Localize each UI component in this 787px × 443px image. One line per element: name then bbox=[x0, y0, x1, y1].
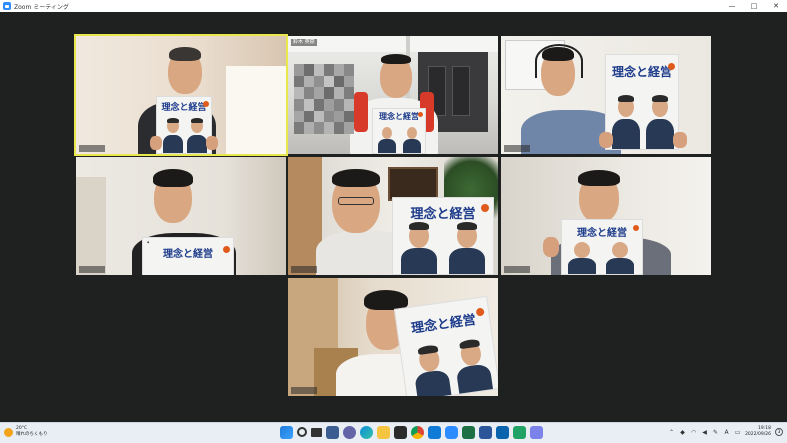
windows-start-icon[interactable] bbox=[280, 426, 293, 439]
weather-widget[interactable]: 20°C 晴れのちくもり bbox=[4, 426, 48, 438]
magazine-cover: ◆ 理念と経営 bbox=[142, 237, 234, 275]
title-bar: Zoom ミーティング — □ ✕ bbox=[0, 0, 787, 12]
chrome-icon[interactable] bbox=[411, 426, 424, 439]
battery-icon[interactable]: ▭ bbox=[734, 429, 741, 436]
zoom-app-icon bbox=[3, 2, 11, 10]
edge-icon[interactable] bbox=[360, 426, 373, 439]
zoom-icon[interactable] bbox=[445, 426, 458, 439]
zoom-window: Zoom ミーティング — □ ✕ 理念と経営 理念と経営 鈴木 英樹 理念と経… bbox=[0, 0, 787, 422]
taskbar-pinned-apps bbox=[280, 426, 543, 439]
ime-indicator[interactable]: A bbox=[723, 429, 730, 436]
notification-count-badge[interactable]: 3 bbox=[775, 428, 783, 436]
excel-green-icon[interactable] bbox=[513, 426, 526, 439]
magazine-cover: 理念と経営 bbox=[561, 219, 643, 275]
weather-sun-icon bbox=[4, 427, 13, 437]
participant-video-5[interactable]: 理念と経営 bbox=[288, 157, 498, 275]
magazine-cover: 理念と経営 bbox=[156, 96, 212, 154]
wifi-icon[interactable]: ◠ bbox=[690, 429, 697, 436]
participant-video-1[interactable]: 理念と経営 bbox=[74, 34, 288, 156]
participant-video-2[interactable]: 理念と経営 鈴木 英樹 bbox=[288, 36, 498, 154]
outlook-icon[interactable] bbox=[496, 426, 509, 439]
participant-name-label: 鈴木 英樹 bbox=[291, 39, 317, 46]
task-view-icon[interactable] bbox=[311, 428, 322, 437]
magazine-cover: 理念と経営 bbox=[605, 54, 679, 150]
search-icon[interactable] bbox=[297, 427, 307, 437]
participant-name-label bbox=[79, 266, 105, 273]
system-tray: ⌃ ◆ ◠ ◀ ✎ A ▭ 19:18 2022/09/26 3 bbox=[668, 426, 783, 438]
participant-name-label bbox=[504, 145, 530, 152]
blurred-qr-code bbox=[294, 64, 354, 134]
window-controls: — □ ✕ bbox=[721, 0, 787, 12]
store-icon[interactable] bbox=[394, 426, 407, 439]
participant-name-label bbox=[504, 266, 530, 273]
magazine-cover: 理念と経営 bbox=[372, 108, 426, 154]
pen-icon[interactable]: ✎ bbox=[712, 429, 719, 436]
participant-video-7[interactable]: 理念と経営 bbox=[288, 278, 498, 396]
clock[interactable]: 19:18 2022/09/26 bbox=[745, 426, 771, 438]
participant-name-label bbox=[291, 266, 317, 273]
mail-icon[interactable] bbox=[428, 426, 441, 439]
minimize-button[interactable]: — bbox=[721, 0, 743, 12]
maximize-button[interactable]: □ bbox=[743, 0, 765, 12]
participant-name-label bbox=[79, 145, 105, 152]
close-button[interactable]: ✕ bbox=[765, 0, 787, 12]
video-gallery: 理念と経営 理念と経営 鈴木 英樹 理念と経営 ◆ 理念と経営 理念と経営 理念… bbox=[0, 12, 787, 422]
dropbox-icon[interactable]: ◆ bbox=[679, 429, 686, 436]
magazine-cover: 理念と経営 bbox=[393, 295, 498, 396]
explorer-icon[interactable] bbox=[377, 426, 390, 439]
weather-description: 晴れのちくもり bbox=[16, 432, 48, 437]
word-icon[interactable] bbox=[479, 426, 492, 439]
widgets-icon[interactable] bbox=[326, 426, 339, 439]
windows-taskbar: 20°C 晴れのちくもり ⌃ ◆ ◠ ◀ ✎ A ▭ 19:18 2022/09… bbox=[0, 422, 787, 443]
magazine-cover: 理念と経営 bbox=[392, 197, 494, 275]
teams-icon[interactable] bbox=[530, 426, 543, 439]
chevron-up-icon[interactable]: ⌃ bbox=[668, 429, 675, 436]
participant-video-4[interactable]: ◆ 理念と経営 bbox=[76, 157, 286, 275]
participant-name-label bbox=[291, 387, 317, 394]
chat-icon[interactable] bbox=[343, 426, 356, 439]
excel-icon[interactable] bbox=[462, 426, 475, 439]
participant-video-6[interactable]: 理念と経営 bbox=[501, 157, 711, 275]
participant-video-3[interactable]: 理念と経営 bbox=[501, 36, 711, 154]
clock-date: 2022/09/26 bbox=[745, 432, 771, 437]
window-title: Zoom ミーティング bbox=[14, 3, 69, 11]
speaker-icon[interactable]: ◀ bbox=[701, 429, 708, 436]
